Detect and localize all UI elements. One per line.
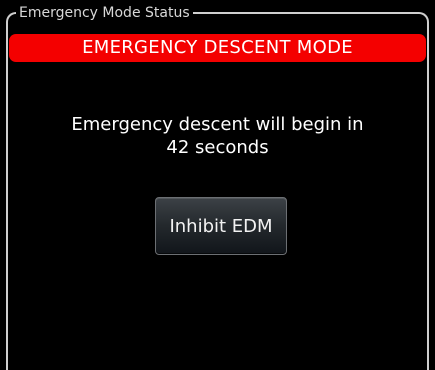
emergency-mode-status-panel — [6, 12, 429, 370]
countdown-seconds: 42 seconds — [166, 137, 269, 158]
descent-countdown-message: Emergency descent will begin in 42 secon… — [18, 113, 417, 159]
emergency-mode-status-screen: Emergency Mode Status EMERGENCY DESCENT … — [0, 0, 435, 370]
emergency-descent-alert-banner: EMERGENCY DESCENT MODE — [9, 34, 426, 62]
message-line-1: Emergency descent will begin in — [71, 114, 364, 135]
inhibit-edm-button[interactable]: Inhibit EDM — [155, 197, 287, 255]
panel-title: Emergency Mode Status — [16, 4, 193, 22]
